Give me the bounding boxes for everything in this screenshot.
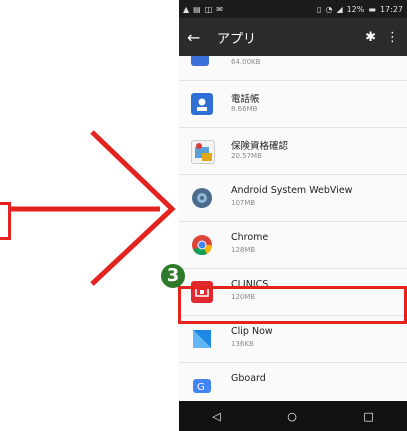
app-name: 保険資格確認 [231, 141, 289, 152]
app-name: 電話帳 [231, 94, 260, 105]
notification-icon: ▤ [193, 4, 201, 14]
step-badge: 3 [161, 264, 185, 288]
battery-icon: ▬ [368, 4, 376, 14]
overflow-menu-icon[interactable]: ⋮ [386, 30, 399, 45]
app-size: 8.66MB [231, 105, 258, 113]
list-item[interactable]: Chrome 128MB [179, 222, 407, 269]
app-name: Android System WebView [231, 185, 353, 196]
nav-home-button[interactable]: ○ [287, 410, 297, 423]
chrome-icon [191, 234, 213, 256]
status-bar: ▲ ▤ ◫ ✉ ▯ ◔ ◢ 12% ▬ 17:27 [179, 0, 407, 18]
list-item[interactable]: Android System WebView 107MB [179, 175, 407, 222]
navigation-bar: ◁ ○ □ [179, 401, 407, 431]
app-name: Gboard [231, 373, 266, 384]
battery-percent: 12% [346, 4, 365, 14]
app-size: 20.57MB [231, 152, 262, 160]
annotation-highlight-box [178, 286, 407, 324]
gear-icon[interactable]: ✱ [365, 30, 376, 45]
list-item[interactable]: 64.00KB [179, 56, 407, 81]
vibrate-icon: ▯ [317, 4, 322, 14]
list-item[interactable]: 電話帳 8.66MB [179, 81, 407, 128]
app-icon [191, 56, 209, 66]
svg-text:G: G [197, 382, 205, 393]
app-name: Chrome [231, 232, 269, 243]
app-bar: ← アプリ ✱ ⋮ [179, 18, 407, 56]
gboard-icon: G [191, 375, 213, 397]
contacts-icon [191, 93, 213, 115]
back-arrow-icon[interactable]: ← [187, 28, 209, 47]
alert-icon: ▲ [183, 4, 190, 14]
signal-icon: ◢ [336, 4, 343, 14]
app-size: 136KB [231, 340, 254, 348]
page-title: アプリ [217, 31, 257, 47]
clip-now-icon [191, 328, 213, 350]
insurance-check-icon [191, 140, 215, 164]
clock: 17:27 [379, 4, 403, 14]
phone-screen: ▲ ▤ ◫ ✉ ▯ ◔ ◢ 12% ▬ 17:27 ← アプリ ✱ ⋮ 64.0… [179, 0, 407, 431]
app-list: 64.00KB 電話帳 8.66MB 保険資格確認 20.57MB Androi… [179, 56, 407, 401]
webview-icon [191, 187, 213, 209]
app-size: 64.00KB [231, 58, 261, 66]
mail-icon: ✉ [216, 4, 223, 14]
annotation-left-box [0, 202, 11, 240]
app-name: Clip Now [231, 326, 273, 337]
list-item[interactable]: G Gboard [179, 363, 407, 401]
nav-recents-button[interactable]: □ [363, 410, 373, 423]
app-size: 128MB [231, 246, 256, 254]
list-item[interactable]: 保険資格確認 20.57MB [179, 128, 407, 175]
nav-back-button[interactable]: ◁ [212, 410, 220, 423]
app-notification-icon: ◫ [204, 4, 213, 14]
wifi-icon: ◔ [325, 4, 333, 14]
app-size: 107MB [231, 199, 256, 207]
